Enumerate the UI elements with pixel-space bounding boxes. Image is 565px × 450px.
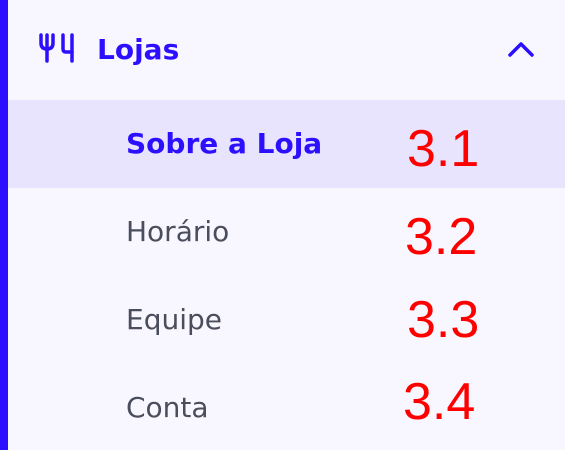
sidebar-item-label: Horário <box>126 215 230 248</box>
sidebar-item-sobre-a-loja[interactable]: Sobre a Loja <box>8 100 565 188</box>
sidebar-item-label: Conta <box>126 391 209 424</box>
sidebar-item-label: Sobre a Loja <box>126 127 323 160</box>
sidebar-menu: Lojas Sobre a Loja Horário Equipe Conta … <box>0 0 565 450</box>
sidebar-item-horario[interactable]: Horário <box>8 188 565 276</box>
restaurant-icon <box>39 33 74 63</box>
step-number-annotation: 3.1 <box>407 120 480 178</box>
step-number-annotation: 3.2 <box>405 208 478 266</box>
sidebar-group-label: Lojas <box>97 33 180 66</box>
active-indicator-bar <box>0 0 8 450</box>
step-number-annotation: 3.3 <box>407 291 480 349</box>
sidebar-item-label: Equipe <box>126 303 222 336</box>
sidebar-item-conta[interactable]: Conta <box>8 364 565 450</box>
sidebar-item-equipe[interactable]: Equipe <box>8 276 565 364</box>
step-number-annotation: 3.4 <box>403 373 476 431</box>
sidebar-group-lojas[interactable]: Lojas <box>8 0 565 100</box>
chevron-up-icon[interactable] <box>507 40 535 58</box>
